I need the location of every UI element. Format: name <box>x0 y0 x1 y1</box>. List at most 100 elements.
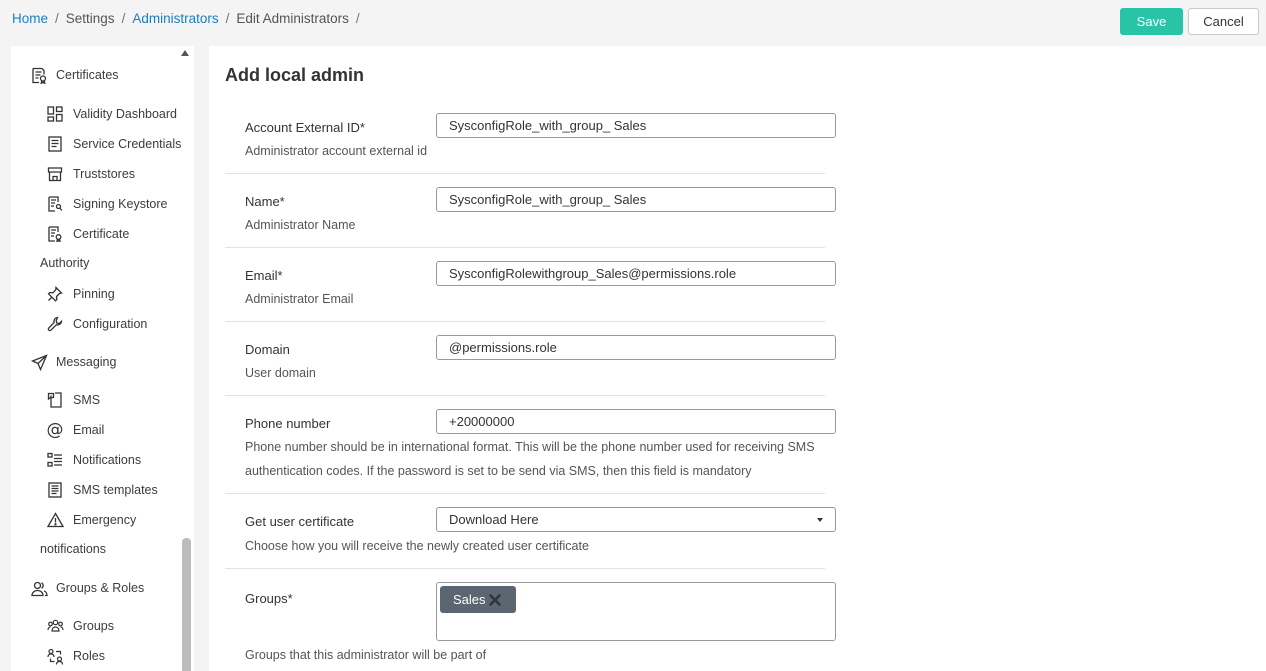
store-icon <box>46 165 64 183</box>
keystore-icon <box>46 195 64 213</box>
sidebar-item-label: Pinning <box>73 287 115 301</box>
warning-icon <box>46 511 64 529</box>
sidebar-item-label: Configuration <box>73 317 148 331</box>
sidebar-item-validity-dashboard[interactable]: Validity Dashboard <box>46 105 177 123</box>
page-title: Add local admin <box>225 65 365 85</box>
phone-number-input[interactable] <box>436 409 836 434</box>
breadcrumb-edit-administrators: Edit Administrators <box>236 11 349 26</box>
main-panel: Add local admin Account External ID* Adm… <box>209 46 1266 671</box>
domain-input[interactable] <box>436 335 836 360</box>
sidebar-item-pinning[interactable]: Pinning <box>46 285 115 303</box>
send-icon <box>30 353 48 371</box>
sidebar-item-label: Truststores <box>73 167 136 181</box>
sidebar-item-email[interactable]: @ Email <box>46 420 105 440</box>
sidebar-item-label: Roles <box>73 649 105 663</box>
sidebar-item-sms-templates[interactable]: SMS templates <box>46 481 158 499</box>
breadcrumb-home-link[interactable]: Home <box>12 11 48 26</box>
groups-multiselect[interactable]: Sales <box>436 582 836 641</box>
field-description: Groups that this administrator will be p… <box>245 648 487 662</box>
caret-down-icon <box>817 517 823 522</box>
sidebar-item-label-continuation: notifications <box>40 542 107 556</box>
users-icon <box>30 579 48 597</box>
breadcrumb-separator: / <box>55 11 59 26</box>
sidebar: Certificates Validity Dashboard Service … <box>11 46 194 671</box>
sidebar-section-label: Messaging <box>56 355 117 369</box>
field-description: Administrator account external id <box>245 144 428 158</box>
sidebar-item-certificate-authority[interactable]: Certificate <box>46 225 129 243</box>
sidebar-item-service-credentials[interactable]: Service Credentials <box>46 135 181 153</box>
field-label: Name* <box>245 194 285 209</box>
sidebar-item-label: Emergency <box>73 513 137 527</box>
at-icon: @ <box>46 420 64 440</box>
field-row-domain: Domain User domain <box>225 322 836 396</box>
field-label: Account External ID* <box>245 120 365 135</box>
field-description: User domain <box>245 366 316 380</box>
sidebar-section-label: Certificates <box>56 68 119 82</box>
sidebar-section-certificates[interactable]: Certificates <box>30 66 119 84</box>
account-external-id-input[interactable] <box>436 113 836 138</box>
sidebar-item-configuration[interactable]: Configuration <box>46 315 147 333</box>
field-label: Email* <box>245 268 283 283</box>
field-description: authentication codes. If the password is… <box>245 464 752 478</box>
groups-icon <box>46 617 64 635</box>
field-label: Get user certificate <box>245 514 355 529</box>
name-input[interactable] <box>436 187 836 212</box>
field-row-user-certificate: Get user certificate Download Here Choos… <box>225 494 836 569</box>
scroll-up-arrow-icon[interactable] <box>181 50 189 56</box>
certificate-icon <box>30 66 48 84</box>
sidebar-item-label: SMS templates <box>73 483 158 497</box>
sidebar-item-groups[interactable]: Groups <box>46 617 114 635</box>
sidebar-section-messaging[interactable]: Messaging <box>30 353 116 371</box>
sidebar-item-label: Service Credentials <box>73 137 182 151</box>
sms-icon <box>46 391 64 409</box>
breadcrumb-administrators-link[interactable]: Administrators <box>132 11 218 26</box>
field-row-groups: Groups* Sales Groups that this administr… <box>225 569 836 671</box>
email-input[interactable] <box>436 261 836 286</box>
sidebar-section-label: Groups & Roles <box>56 581 145 595</box>
template-icon <box>46 481 64 499</box>
field-description: Administrator Name <box>245 218 356 232</box>
sidebar-item-label: Email <box>73 423 105 437</box>
sidebar-item-label: SMS <box>73 393 101 407</box>
document-icon <box>46 135 64 153</box>
field-label: Groups* <box>245 591 293 606</box>
sidebar-item-label: Groups <box>73 619 114 633</box>
group-tag-label: Sales <box>453 592 486 607</box>
breadcrumb-separator: / <box>355 11 360 26</box>
pin-icon <box>46 285 64 303</box>
cancel-button[interactable]: Cancel <box>1188 8 1259 35</box>
field-description: Choose how you will receive the newly cr… <box>245 539 589 553</box>
sidebar-item-truststores[interactable]: Truststores <box>46 165 135 183</box>
sidebar-item-roles[interactable]: Roles <box>46 647 105 665</box>
list-icon <box>46 451 64 469</box>
wrench-icon <box>46 315 64 333</box>
field-label: Domain <box>245 342 290 357</box>
field-description: Phone number should be in international … <box>245 440 815 454</box>
field-row-email: Email* Administrator Email <box>225 248 836 322</box>
field-row-phone-number: Phone number Phone number should be in i… <box>225 396 836 494</box>
sidebar-item-label: Signing Keystore <box>73 197 168 211</box>
sidebar-item-label: Certificate <box>73 227 130 241</box>
sidebar-item-notifications[interactable]: Notifications <box>46 451 141 469</box>
top-bar: Home / Settings / Administrators / Edit Admini… <box>0 0 1266 46</box>
save-button[interactable]: Save <box>1120 8 1183 35</box>
roles-icon <box>46 647 64 665</box>
sidebar-section-groups-roles[interactable]: Groups & Roles <box>30 579 144 597</box>
sidebar-scrollbar-thumb[interactable] <box>182 538 191 671</box>
breadcrumb: Home / Settings / Administrators / Edit Admini… <box>12 11 367 26</box>
sidebar-item-sms[interactable]: SMS <box>46 391 100 409</box>
field-row-account-external-id: Account External ID* Administrator accou… <box>225 100 836 174</box>
sidebar-item-label-continuation: Authority <box>40 256 90 270</box>
dashboard-icon <box>46 105 64 123</box>
sidebar-item-signing-keystore[interactable]: Signing Keystore <box>46 195 168 213</box>
breadcrumb-settings: Settings <box>65 11 115 26</box>
sidebar-item-emergency-notifications[interactable]: Emergency <box>46 511 136 529</box>
select-value: Download Here <box>449 512 539 527</box>
breadcrumb-separator: / <box>225 11 230 26</box>
group-tag: Sales <box>440 586 516 613</box>
sidebar-item-label: Notifications <box>73 453 142 467</box>
field-description: Administrator Email <box>245 292 354 306</box>
certificate-delivery-select[interactable]: Download Here <box>436 507 836 532</box>
close-icon[interactable] <box>489 594 501 606</box>
field-row-name: Name* Administrator Name <box>225 174 836 248</box>
